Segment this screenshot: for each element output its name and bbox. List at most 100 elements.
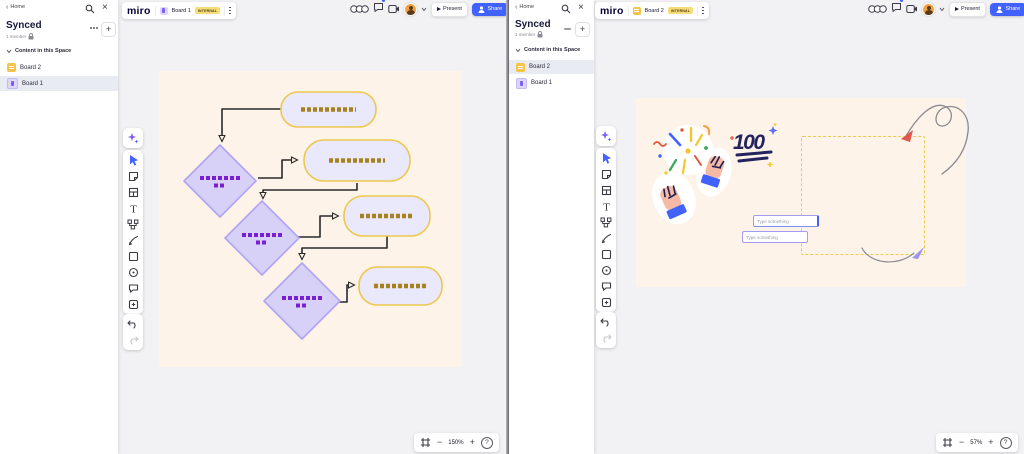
frames-overview-icon[interactable] [942,437,953,448]
collab-cluster: Present Share [868,2,1024,16]
text-input[interactable] [753,215,819,227]
space-title: Synced [6,20,42,31]
select-tool-icon[interactable] [125,152,141,168]
frames-tool-icon[interactable] [125,296,141,312]
zoom-level[interactable]: 150% [448,440,463,446]
ai-sparkle-icon[interactable] [598,128,614,144]
sticky-note-tool-icon[interactable] [125,168,141,184]
connector[interactable] [258,160,297,178]
home-label: Home [519,4,534,10]
board-thumbnail-icon [633,7,641,15]
reactions-icon[interactable] [350,4,369,14]
chevron-down-icon[interactable] [421,7,427,12]
member-count: 1 member [515,31,543,38]
curved-arrow-doodle[interactable] [852,242,930,270]
miro-logo[interactable]: miro [127,5,151,17]
reactions-icon[interactable] [868,4,887,14]
select-tool-icon[interactable] [598,150,614,166]
diagramming-tool-icon[interactable] [598,214,614,230]
frames-overview-icon[interactable] [420,437,431,448]
celebration-hands-sticker[interactable] [648,118,736,230]
zoom-in-button[interactable]: + [470,438,475,447]
zoom-out-button[interactable]: − [959,438,964,447]
redo-icon[interactable] [598,330,614,346]
text-input[interactable] [742,231,808,243]
section-header[interactable]: Content in this Space [6,48,71,54]
space-menu-icon[interactable] [564,28,571,30]
chat-icon[interactable] [373,0,384,18]
play-icon [955,7,959,11]
help-button[interactable]: ? [481,437,493,449]
connector[interactable] [339,285,354,302]
back-to-home[interactable]: ‹ Home [6,4,25,10]
connector[interactable] [222,109,281,141]
text-tool-icon[interactable]: T [125,200,141,216]
templates-tool-icon[interactable] [125,184,141,200]
sidebar-item-board-1[interactable]: Board 1 [509,76,594,90]
curly-arrow-doodle[interactable] [888,86,980,184]
chevron-down-icon[interactable] [939,7,945,12]
sidebar-item-board-2[interactable]: Board 2 [0,60,118,75]
present-button[interactable]: Present [949,2,986,17]
frames-tool-icon[interactable] [598,294,614,310]
zoom-out-button[interactable]: − [437,438,442,447]
shapes-tool-icon[interactable] [125,248,141,264]
hundred-points-doodle[interactable]: 100 [730,122,780,170]
zoom-level[interactable]: 57% [970,440,982,446]
internal-badge: INTERNAL [668,7,693,14]
add-board-button[interactable]: + [101,22,116,37]
flowchart-diagram[interactable] [155,60,475,370]
section-header[interactable]: Content in this Space [515,47,580,53]
stamp-tool-icon[interactable] [125,264,141,280]
flow-node-diamond[interactable] [225,201,299,275]
chat-icon[interactable] [891,0,902,18]
close-icon[interactable]: × [578,2,584,13]
video-call-icon[interactable] [388,4,400,14]
share-button[interactable]: Share [472,3,506,16]
sidebar-item-board-2[interactable]: Board 2 [509,60,594,74]
help-button[interactable]: ? [1000,437,1012,449]
comment-tool-icon[interactable] [125,280,141,296]
sidebar-item-board-1[interactable]: Board 1 [0,76,118,91]
close-icon[interactable]: × [102,2,108,13]
board-window-1: ‹ Home × Synced + 1 member Content in th… [0,0,506,454]
search-icon[interactable] [85,4,95,14]
board-menu-icon[interactable] [229,7,231,15]
add-board-button[interactable]: + [575,22,590,37]
search-icon[interactable] [561,4,571,14]
undo-icon[interactable] [598,314,614,330]
board-thumbnail-icon [516,78,527,89]
video-call-icon[interactable] [906,4,918,14]
redo-icon[interactable] [125,332,141,348]
connector[interactable] [302,236,387,259]
present-button[interactable]: Present [431,2,468,17]
share-button[interactable]: Share [990,3,1024,16]
undo-icon[interactable] [125,316,141,332]
ai-sparkle-icon[interactable] [125,130,141,146]
avatar[interactable] [404,3,417,16]
board-name[interactable]: Board 1 [172,8,191,14]
text-tool-icon[interactable]: T [598,198,614,214]
pen-tool-icon[interactable] [598,230,614,246]
templates-tool-icon[interactable] [598,182,614,198]
flow-node-diamond[interactable] [184,145,256,217]
comment-tool-icon[interactable] [598,278,614,294]
flow-node-diamond[interactable] [264,263,340,339]
shapes-tool-icon[interactable] [598,246,614,262]
board-thumbnail-icon [160,7,168,15]
board-name[interactable]: Board 2 [645,8,664,14]
zoom-in-button[interactable]: + [988,438,993,447]
stamp-tool-icon[interactable] [598,262,614,278]
connector[interactable] [263,183,357,198]
chevron-left-icon: ‹ [6,5,8,10]
undo-redo-card [123,314,143,350]
connector[interactable] [298,216,338,237]
space-menu-icon[interactable] [90,27,98,29]
avatar[interactable] [922,3,935,16]
board-menu-icon[interactable] [702,7,704,15]
diagramming-tool-icon[interactable] [125,216,141,232]
sticky-note-tool-icon[interactable] [598,166,614,182]
miro-logo[interactable]: miro [600,5,624,17]
pen-tool-icon[interactable] [125,232,141,248]
back-to-home[interactable]: ‹ Home [515,4,534,10]
